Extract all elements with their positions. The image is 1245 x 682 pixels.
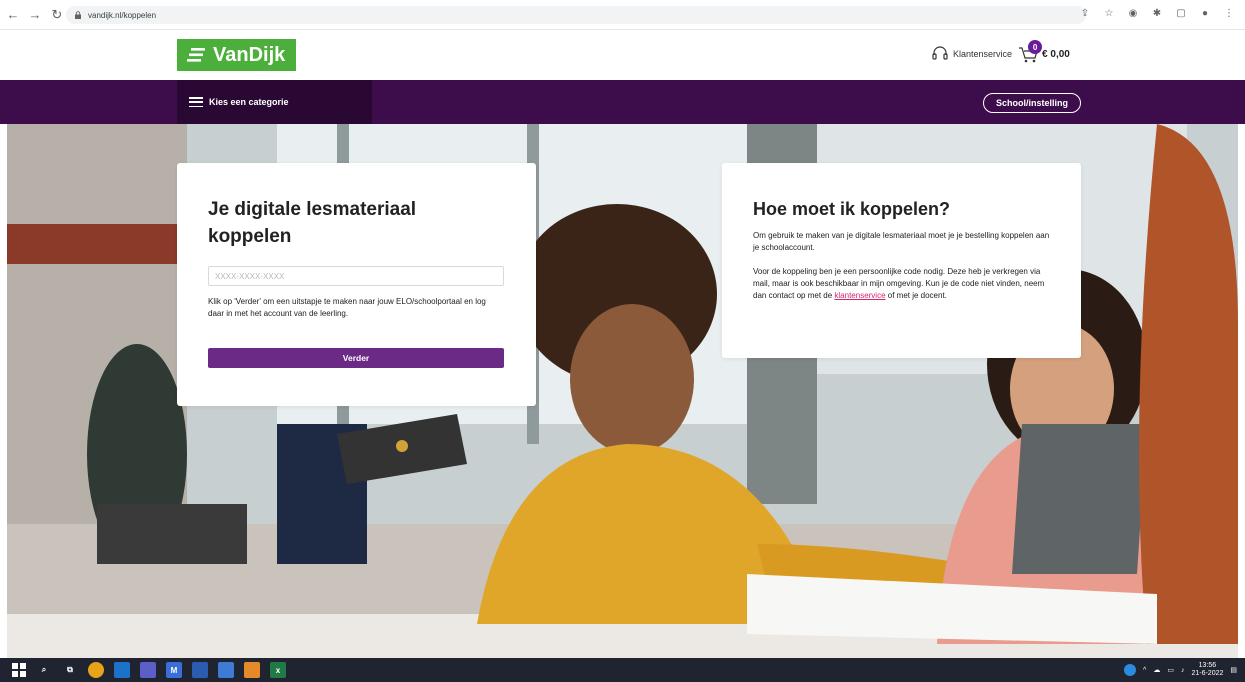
windows-taskbar: ⌕ ⧉ M x ^ ☁ ▭ ♪ 13:56 21-6-2022 ▤ (0, 658, 1245, 682)
link-description: Klik op 'Verder' om een uitstapje te mak… (208, 297, 486, 318)
browser-actions: ⇪ ☆ ◉ ✱ ▢ ● ⋮ (1079, 7, 1235, 19)
paint-icon[interactable] (244, 662, 260, 678)
volume-icon[interactable]: ♪ (1181, 667, 1185, 674)
windows-start-icon[interactable] (12, 663, 26, 677)
chrome-icon[interactable] (88, 662, 104, 678)
share-icon[interactable]: ⇪ (1079, 7, 1091, 19)
reload-icon[interactable]: ↻ (48, 6, 66, 24)
tray-chevron-icon[interactable]: ^ (1143, 667, 1146, 674)
url-text: vandijk.nl/koppelen (88, 10, 157, 20)
cart-button[interactable]: 0 (1018, 40, 1043, 64)
vandijk-logo[interactable]: VanDijk (177, 39, 296, 71)
back-arrow-icon[interactable]: ← (4, 6, 22, 24)
word-icon[interactable] (192, 662, 208, 678)
verder-button[interactable]: Verder (208, 348, 504, 368)
cart-total: € 0,00 (1042, 48, 1070, 60)
help-text-after-link: of met je docent. (885, 291, 947, 300)
teams-icon[interactable] (140, 662, 156, 678)
logo-lines-icon (187, 48, 205, 62)
help-icon[interactable] (1124, 664, 1137, 676)
forward-arrow-icon[interactable]: → (26, 6, 44, 24)
klantenservice-link[interactable]: Klantenservice (953, 49, 1012, 59)
network-icon[interactable]: ▭ (1167, 666, 1174, 674)
header-actions: Klantenservice 0 € 0,00 (931, 40, 1070, 65)
extension-icon[interactable]: ◉ (1127, 7, 1139, 19)
excel-icon[interactable]: x (270, 662, 286, 678)
help-paragraph-1: Om gebruik te maken van je digitale lesm… (753, 231, 1050, 252)
puzzle-icon[interactable]: ✱ (1151, 7, 1163, 19)
browser-toolbar: ← → ↻ vandijk.nl/koppelen ⇪ ☆ ◉ ✱ ▢ ● ⋮ (0, 0, 1245, 30)
outlook-icon[interactable] (114, 662, 130, 678)
logo-text: VanDijk (213, 43, 286, 66)
category-label: Kies een categorie (209, 97, 289, 107)
clock-time: 13:56 (1198, 662, 1217, 669)
people-icon[interactable] (218, 662, 234, 678)
title-line-2: koppelen (208, 226, 292, 247)
lock-icon (75, 11, 81, 19)
title-line-1: Je digitale lesmateriaal (208, 199, 417, 220)
main-nav: Kies een categorie School/instelling (0, 80, 1245, 124)
search-icon[interactable]: ⌕ (36, 662, 52, 678)
task-view-icon[interactable]: ⧉ (62, 662, 78, 678)
hamburger-icon (189, 97, 203, 107)
help-paragraph-2: Voor de koppeling ben je een persoonlijk… (753, 266, 1050, 302)
address-bar[interactable]: vandijk.nl/koppelen (66, 6, 1086, 24)
system-tray: ^ ☁ ▭ ♪ 13:56 21-6-2022 ▤ (1124, 662, 1237, 678)
menu-dots-icon[interactable]: ⋮ (1223, 7, 1235, 19)
clock[interactable]: 13:56 21-6-2022 (1191, 662, 1223, 678)
klantenservice-inline-link[interactable]: klantenservice (834, 291, 885, 300)
headset-icon[interactable] (931, 45, 949, 63)
cart-count-badge: 0 (1028, 40, 1043, 54)
clock-date: 21-6-2022 (1191, 670, 1224, 677)
sidepanel-icon[interactable]: ▢ (1175, 7, 1187, 19)
help-card-title: Hoe moet ik koppelen? (753, 199, 951, 219)
link-card-title: Je digitale lesmateriaal koppelen (208, 196, 505, 250)
code-input[interactable] (208, 266, 504, 286)
help-card: Hoe moet ik koppelen? Om gebruik te make… (722, 163, 1081, 358)
notification-icon[interactable]: ▤ (1230, 666, 1237, 674)
site-header: VanDijk Klantenservice 0 € 0,00 (0, 30, 1245, 80)
category-menu-button[interactable]: Kies een categorie (177, 80, 372, 124)
onedrive-icon[interactable]: ☁ (1153, 666, 1160, 674)
school-button[interactable]: School/instelling (983, 93, 1081, 113)
profile-avatar[interactable]: ● (1199, 7, 1211, 19)
m-app-icon[interactable]: M (166, 662, 182, 678)
bookmark-star-icon[interactable]: ☆ (1103, 7, 1115, 19)
link-card: Je digitale lesmateriaal koppelen Klik o… (177, 163, 536, 406)
